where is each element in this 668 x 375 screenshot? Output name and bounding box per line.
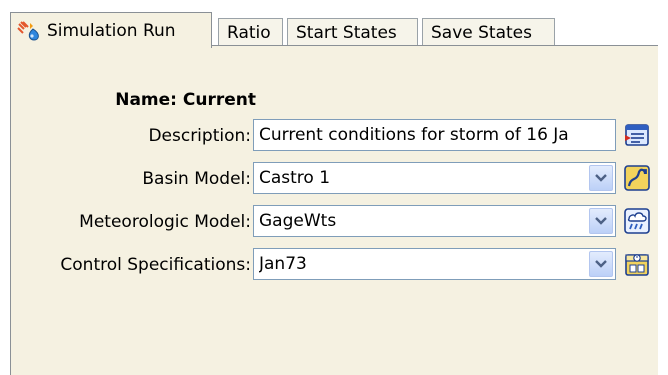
control-specifications-select[interactable]: Jan73 xyxy=(253,248,616,280)
name-line: Name: Current xyxy=(11,90,256,110)
meteorologic-model-icon[interactable] xyxy=(622,206,652,236)
simulation-run-panel: Simulation Run Ratio Start States Save S… xyxy=(0,0,668,375)
control-specifications-label: Control Specifications: xyxy=(60,255,251,275)
basin-model-label: Basin Model: xyxy=(142,169,251,189)
basin-model-icon[interactable] xyxy=(622,163,652,193)
meteorologic-model-value: GageWts xyxy=(259,211,337,231)
tab-ratio[interactable]: Ratio xyxy=(218,18,283,46)
chevron-down-icon[interactable] xyxy=(589,208,613,234)
tab-simulation-run[interactable]: Simulation Run xyxy=(10,12,212,48)
name-value: Current xyxy=(182,90,256,110)
control-specifications-icon[interactable] xyxy=(622,249,652,279)
basin-model-select[interactable]: Castro 1 xyxy=(253,162,616,194)
tab-content: Name: Current Description: Current condi… xyxy=(10,45,658,375)
chevron-down-icon[interactable] xyxy=(589,251,613,277)
tab-strip: Simulation Run Ratio Start States Save S… xyxy=(10,12,658,48)
control-specifications-value: Jan73 xyxy=(259,254,307,274)
basin-model-value: Castro 1 xyxy=(259,168,331,188)
tab-save-states[interactable]: Save States xyxy=(422,18,555,46)
description-editor-icon[interactable] xyxy=(622,120,652,150)
description-field[interactable]: Current conditions for storm of 16 Ja xyxy=(253,119,616,151)
tab-start-states[interactable]: Start States xyxy=(287,18,418,46)
chevron-down-icon[interactable] xyxy=(589,165,613,191)
tab-label: Save States xyxy=(431,22,532,43)
tab-label: Simulation Run xyxy=(47,20,176,41)
name-label: Name: xyxy=(115,90,177,110)
simulation-run-icon xyxy=(17,20,43,42)
meteorologic-model-select[interactable]: GageWts xyxy=(253,205,616,237)
tab-label: Start States xyxy=(296,22,397,43)
description-value: Current conditions for storm of 16 Ja xyxy=(259,125,569,145)
description-label: Description: xyxy=(148,126,251,146)
tab-label: Ratio xyxy=(227,22,271,43)
meteorologic-model-label: Meteorologic Model: xyxy=(79,212,251,232)
